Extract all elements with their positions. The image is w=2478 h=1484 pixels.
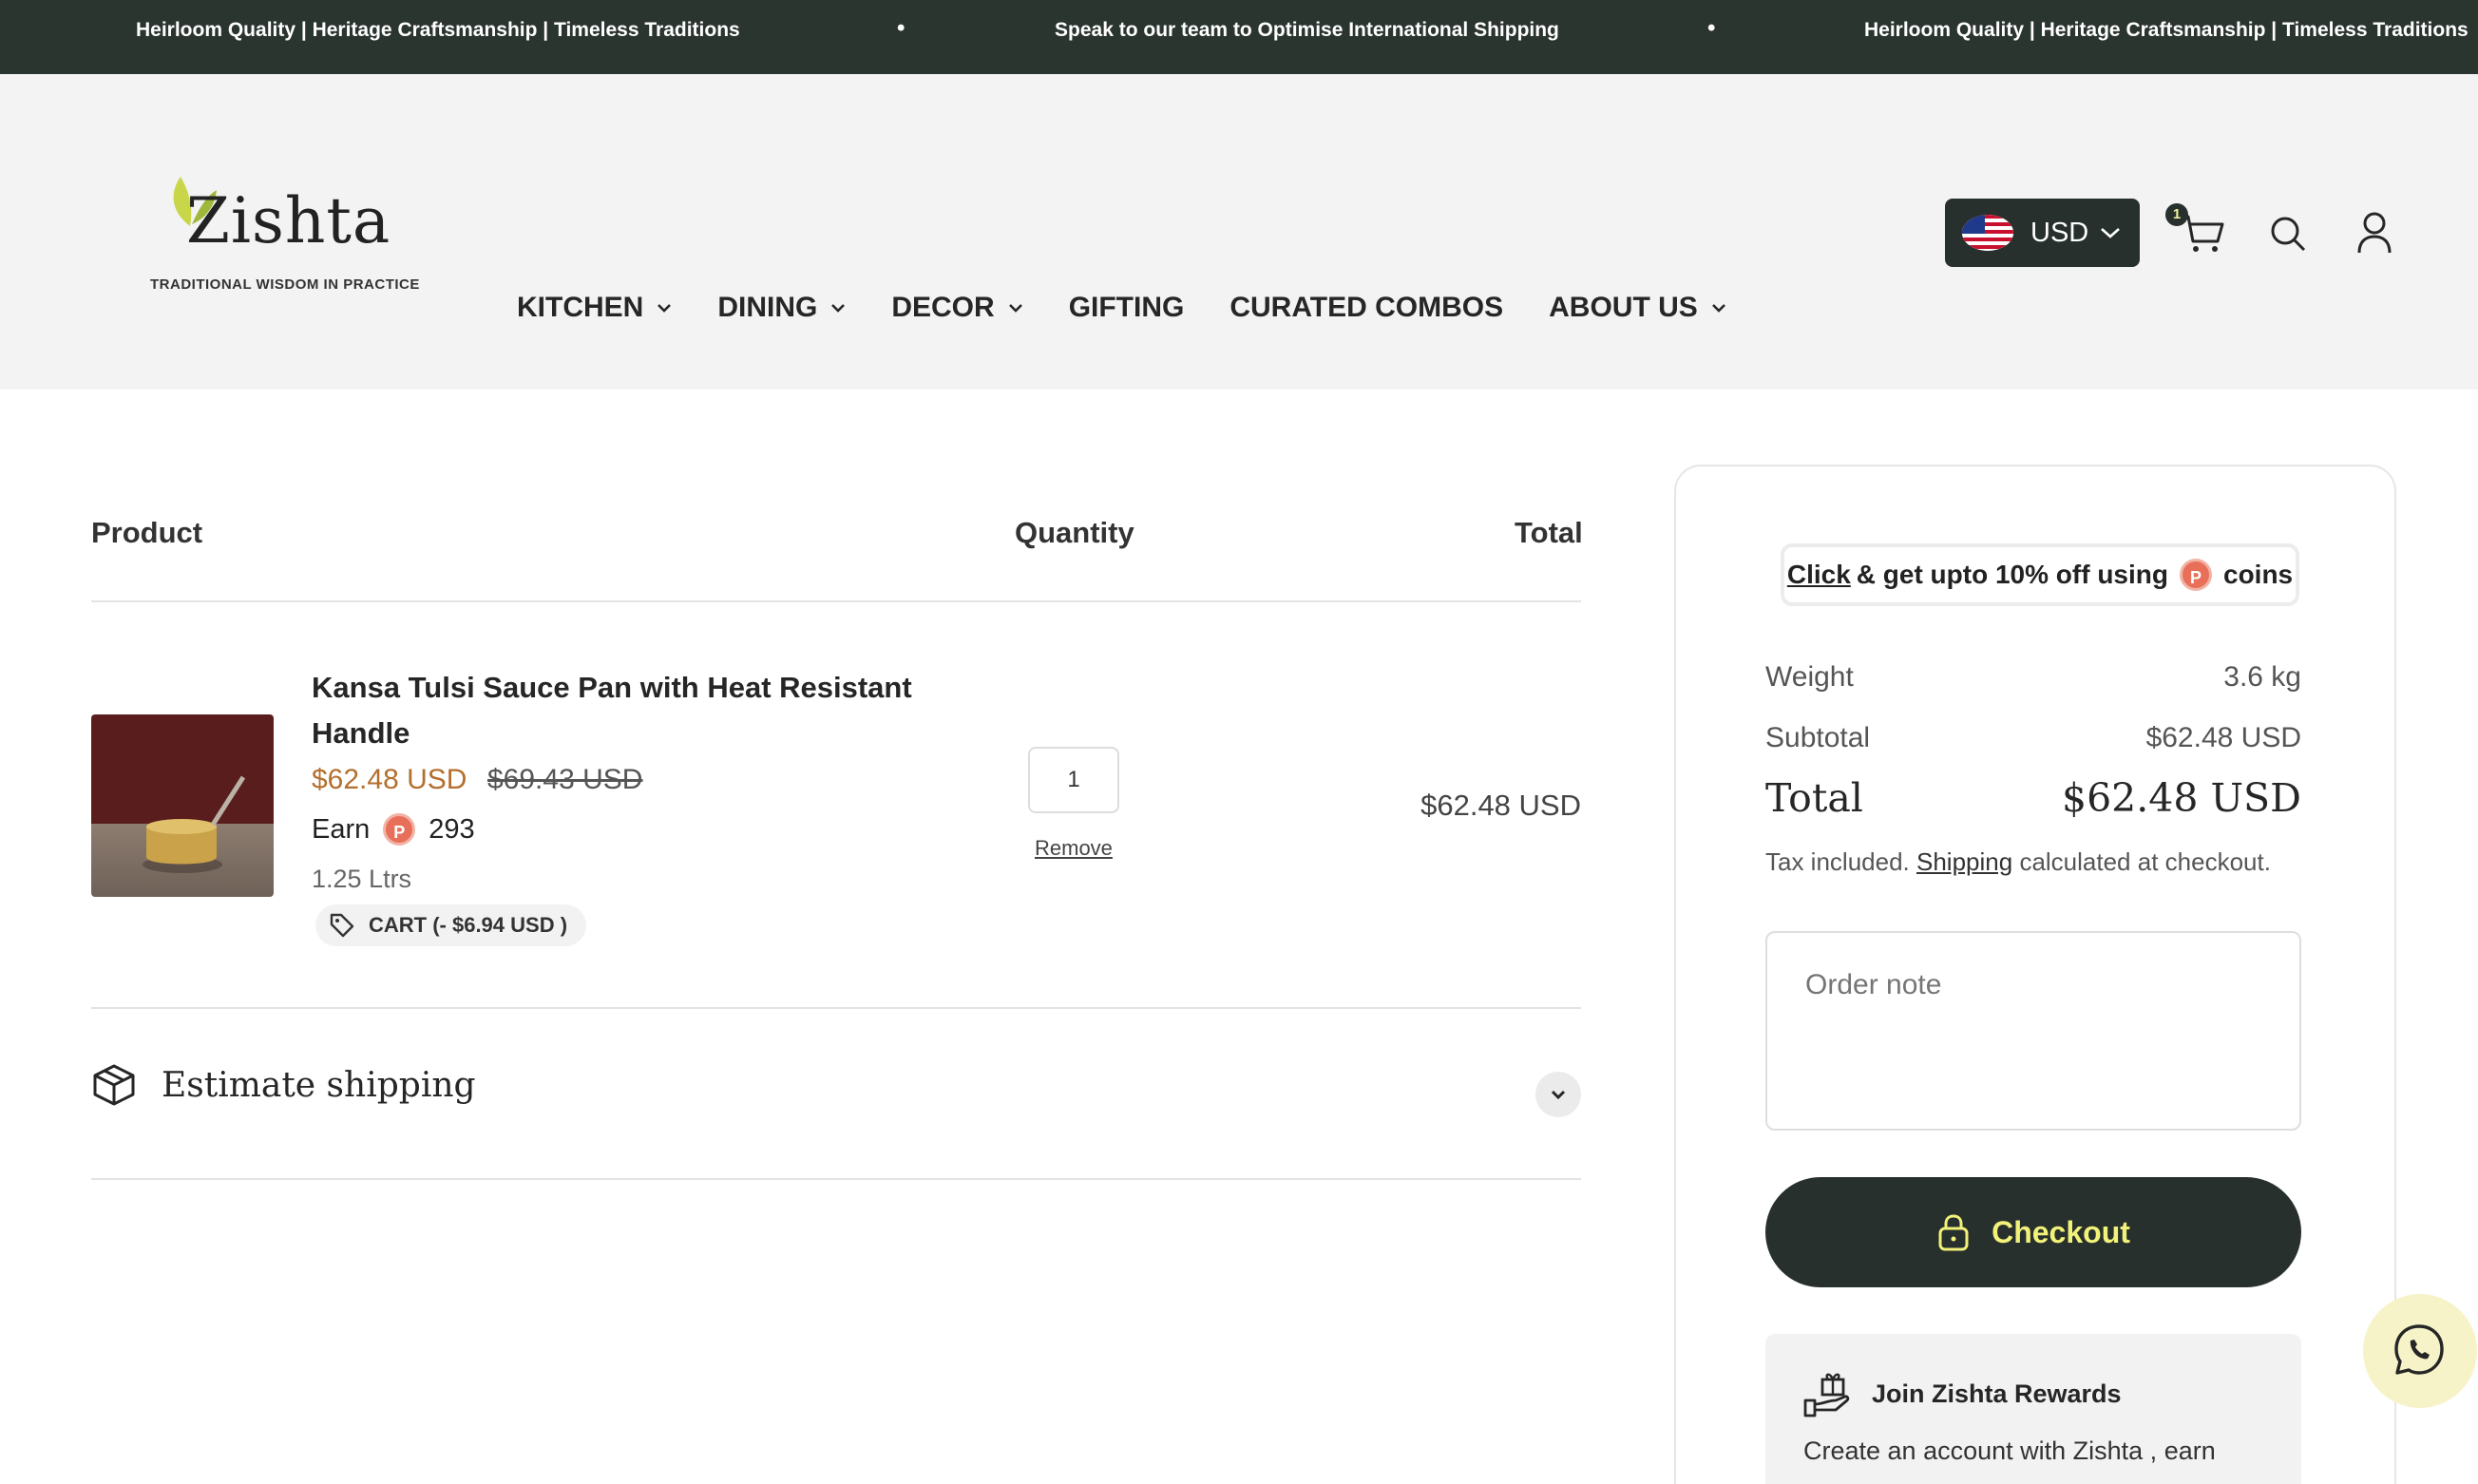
announcement-message: Speak to our team to Optimise Internatio…: [1055, 19, 1559, 41]
nav-label: DECOR: [891, 292, 995, 323]
shipping-link[interactable]: Shipping: [1916, 847, 2012, 876]
tag-icon: [330, 913, 354, 938]
rewards-description: Create an account with Zishta , earn: [1803, 1436, 2216, 1465]
column-header-quantity: Quantity: [1015, 516, 1134, 549]
rewards-title: Join Zishta Rewards: [1872, 1379, 2122, 1408]
whatsapp-chat-button[interactable]: [2363, 1294, 2477, 1408]
subtotal-label: Subtotal: [1765, 722, 1871, 753]
nav-label: DINING: [717, 292, 818, 323]
subtotal-row: Subtotal $62.48 USD: [1765, 722, 2301, 754]
nav-label: KITCHEN: [517, 292, 644, 323]
chevron-down-icon: [1711, 304, 1725, 313]
main-nav: KITCHEN DINING DECOR GIFTING CURATED COM…: [517, 287, 1772, 329]
site-logo[interactable]: Zishta: [144, 169, 429, 274]
estimate-shipping-expand-button[interactable]: [1535, 1072, 1581, 1117]
subtotal-value: $62.48 USD: [2145, 722, 2301, 753]
weight-label: Weight: [1765, 661, 1854, 693]
divider: [91, 1178, 1581, 1180]
promo-click-link[interactable]: Click: [1787, 560, 1851, 590]
coin-icon: P: [383, 813, 416, 846]
product-image[interactable]: [91, 714, 274, 897]
product-price: $62.48 USD: [312, 764, 467, 795]
nav-dining[interactable]: DINING: [717, 292, 846, 324]
earn-label: Earn: [312, 813, 371, 845]
announcement-separator: •: [1707, 15, 1716, 41]
promo-text: & get upto 10% off using: [1856, 560, 2168, 589]
rewards-card: Join Zishta Rewards Create an account wi…: [1765, 1334, 2301, 1484]
estimate-shipping-label: Estimate shipping: [162, 1065, 476, 1105]
nav-about-us[interactable]: ABOUT US: [1549, 292, 1726, 324]
announcement-bar: Heirloom Quality | Heritage Craftsmanshi…: [0, 0, 2478, 74]
logo-wordmark: Zishta: [186, 184, 391, 257]
nav-label: ABOUT US: [1549, 292, 1698, 323]
checkout-button[interactable]: Checkout: [1765, 1177, 2301, 1287]
tax-suffix: calculated at checkout.: [2019, 847, 2271, 876]
chevron-down-icon: [1551, 1090, 1566, 1100]
nav-curated-combos[interactable]: CURATED COMBOS: [1229, 292, 1503, 324]
product-variant: 1.25 Ltrs: [312, 865, 412, 893]
rewards-gift-icon: [1803, 1373, 1850, 1417]
chevron-down-icon: [2101, 228, 2121, 238]
logo-tagline: TRADITIONAL WISDOM IN PRACTICE: [150, 276, 420, 293]
earn-points-value: 293: [429, 813, 475, 845]
promo-coins: coins: [2223, 560, 2294, 589]
total-row: Total $62.48 USD: [1765, 775, 2301, 821]
total-value: $62.48 USD: [2061, 775, 2301, 821]
announcement-separator: •: [897, 15, 905, 41]
nav-label: CURATED COMBOS: [1229, 292, 1504, 323]
line-total: $62.48 USD: [1420, 789, 1581, 822]
whatsapp-icon: [2394, 1324, 2444, 1375]
chevron-down-icon: [1008, 304, 1022, 313]
column-header-total: Total: [1515, 516, 1583, 549]
currency-code: USD: [2030, 217, 2089, 248]
estimate-shipping-toggle[interactable]: Estimate shipping: [91, 1062, 476, 1108]
quantity-input[interactable]: 1: [1028, 747, 1119, 813]
remove-link[interactable]: Remove: [1035, 836, 1113, 861]
sauce-pan-image-icon: [143, 775, 246, 873]
announcement-message: Heirloom Quality | Heritage Craftsmanshi…: [1864, 19, 2468, 41]
us-flag-icon: [1962, 215, 2013, 251]
discount-badge: CART (- $6.94 USD ): [315, 904, 587, 946]
coin-icon: P: [2180, 559, 2212, 591]
nav-decor[interactable]: DECOR: [891, 292, 1022, 324]
cart-count-badge: 1: [2165, 203, 2188, 226]
weight-row: Weight 3.6 kg: [1765, 661, 2301, 694]
nav-kitchen[interactable]: KITCHEN: [517, 292, 672, 324]
announcement-message: Heirloom Quality | Heritage Craftsmanshi…: [136, 19, 740, 41]
package-icon: [93, 1064, 135, 1106]
currency-selector[interactable]: USD: [1945, 199, 2140, 267]
nav-label: GIFTING: [1068, 292, 1185, 323]
product-compare-price: $69.43 USD: [487, 764, 643, 795]
total-label: Total: [1765, 775, 1863, 821]
discount-label: CART (- $6.94 USD ): [369, 913, 568, 937]
divider: [91, 1007, 1581, 1009]
chevron-down-icon: [831, 304, 846, 313]
nav-gifting[interactable]: GIFTING: [1069, 292, 1185, 324]
divider: [91, 600, 1581, 602]
account-icon[interactable]: [2356, 211, 2392, 255]
earn-points: Earn P 293: [312, 813, 475, 846]
weight-value: 3.6 kg: [2223, 661, 2301, 693]
lock-icon: [1938, 1214, 1969, 1251]
coins-promo-banner[interactable]: Click & get upto 10% off using P coins: [1781, 543, 2299, 606]
column-header-product: Product: [91, 516, 203, 549]
tax-prefix: Tax included.: [1765, 847, 1910, 876]
search-icon[interactable]: [2269, 215, 2307, 253]
order-note-field[interactable]: [1765, 931, 2301, 1131]
product-title[interactable]: Kansa Tulsi Sauce Pan with Heat Resistan…: [312, 665, 920, 756]
checkout-label: Checkout: [1992, 1214, 2130, 1249]
tax-note: Tax included. Shipping calculated at che…: [1765, 847, 2271, 877]
chevron-down-icon: [658, 304, 672, 313]
